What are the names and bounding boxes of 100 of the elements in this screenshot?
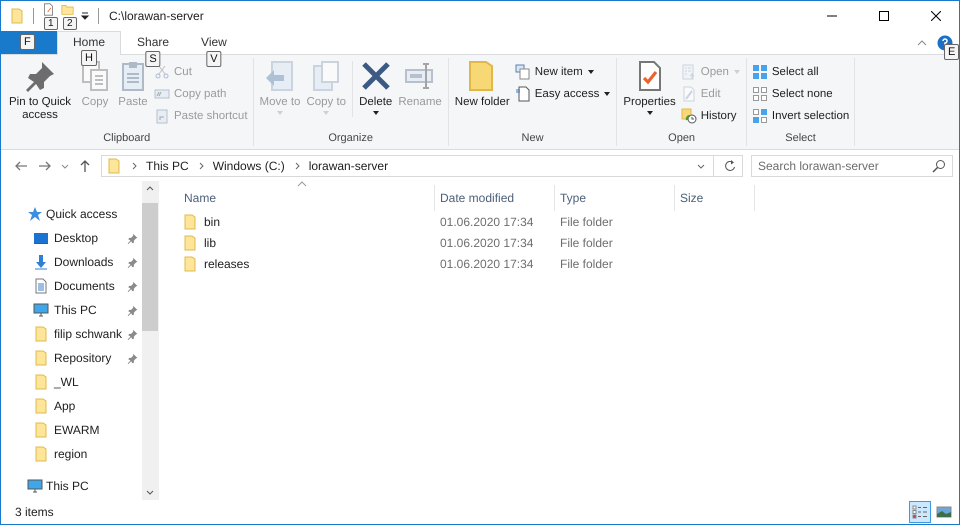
address-bar[interactable]: This PC Windows (C:) lorawan-server: [101, 154, 743, 176]
folder-icon: [182, 214, 198, 230]
folder-icon: [106, 158, 122, 174]
scroll-down-icon[interactable]: [146, 488, 154, 496]
pin-icon[interactable]: [127, 256, 138, 268]
folder-icon: [9, 8, 25, 24]
table-cell-text: File folder: [559, 214, 614, 228]
ribbon-button[interactable]: New item: [512, 62, 614, 81]
folder-icon: [33, 446, 49, 462]
dropdown-icon[interactable]: [80, 11, 90, 21]
ribbon-button[interactable]: Select all: [750, 62, 852, 81]
group-label: Select: [785, 132, 816, 146]
folder-icon: [182, 256, 198, 272]
scissors-icon: [154, 64, 170, 80]
page-icon: [514, 86, 531, 102]
open-icon: [680, 64, 697, 80]
nav-item[interactable]: This PC: [1, 474, 142, 498]
pin-icon[interactable]: [127, 352, 138, 364]
group-label: New: [522, 132, 544, 146]
keytip: 2: [63, 17, 77, 30]
ribbon-button[interactable]: Pin to Quick access: [4, 58, 76, 124]
keytip: H: [81, 50, 97, 66]
ribbon-button[interactable]: Easy access: [512, 84, 614, 103]
ribbon-button[interactable]: History: [678, 106, 743, 125]
clipboard-icon: [154, 108, 170, 124]
nav-item[interactable]: Downloads: [33, 254, 127, 270]
chevron-down-icon[interactable]: [61, 162, 69, 170]
maximize-icon[interactable]: [879, 11, 889, 21]
ribbon-button[interactable]: Properties: [620, 58, 679, 119]
nav-item[interactable]: Desktop: [33, 230, 127, 246]
nav-item[interactable]: _WL: [33, 374, 142, 390]
folder-icon: [33, 350, 49, 366]
pin-icon[interactable]: [127, 232, 138, 244]
collapse-ribbon-icon[interactable]: [917, 38, 927, 48]
keytip: S: [145, 51, 161, 67]
ribbon-button[interactable]: Delete: [356, 58, 396, 119]
nav-item[interactable]: filip schwank: [33, 326, 127, 342]
table-cell-text: 01.06.2020 17:34: [439, 214, 534, 228]
scrollbar-thumb[interactable]: [142, 203, 158, 331]
window-title: C:\lorawan-server: [109, 9, 204, 23]
breadcrumb[interactable]: This PC: [146, 158, 189, 172]
column-header[interactable]: Type: [555, 185, 675, 211]
scroll-up-icon[interactable]: [146, 185, 154, 193]
nav-item[interactable]: App: [33, 398, 142, 414]
caret-icon[interactable]: [603, 90, 612, 98]
chevron-down-icon[interactable]: [697, 162, 705, 170]
pages-icon: [79, 60, 111, 92]
table-cell-text: 01.06.2020 17:34: [439, 236, 534, 250]
search-field[interactable]: Search lorawan-server: [751, 154, 953, 176]
table-cell-text: File folder: [559, 256, 614, 270]
file-name[interactable]: bin: [179, 214, 435, 230]
arrow-page-icon: [264, 60, 296, 92]
search-icon: [931, 158, 947, 174]
column-header[interactable]: Date modified: [435, 185, 555, 211]
monitor-icon: [33, 302, 49, 318]
column-header[interactable]: Size: [675, 185, 755, 211]
ribbon-button[interactable]: Invert selection: [750, 106, 852, 125]
pin-icon[interactable]: [127, 304, 138, 316]
refresh-icon[interactable]: [722, 158, 738, 174]
nav-item[interactable]: This PC: [33, 302, 127, 318]
scrollbar-track[interactable]: [142, 181, 158, 500]
breadcrumb[interactable]: Windows (C:): [212, 158, 285, 172]
caret-icon[interactable]: [586, 68, 595, 76]
keytip: F: [20, 34, 35, 50]
folder-icon: [33, 374, 49, 390]
close-icon[interactable]: [931, 11, 941, 21]
file-name[interactable]: releases: [179, 256, 435, 272]
chevron-right-icon: [196, 162, 205, 170]
star-icon: [27, 206, 43, 222]
nav-item[interactable]: Repository: [33, 350, 127, 366]
page-icon[interactable]: [42, 3, 55, 16]
pin-icon[interactable]: [127, 328, 138, 340]
folder-icon: [33, 398, 49, 414]
ribbon-button[interactable]: New folder: [452, 58, 513, 111]
monitor-icon: [27, 478, 43, 494]
caret-icon[interactable]: [372, 109, 380, 117]
chevron-right-icon: [130, 162, 138, 170]
pin-icon[interactable]: [127, 280, 138, 292]
clock-icon: [680, 108, 697, 124]
nav-item[interactable]: EWARM: [33, 422, 142, 438]
keytip: V: [206, 51, 222, 67]
column-header[interactable]: Name: [179, 185, 435, 211]
ribbon-button[interactable]: Select none: [750, 84, 852, 103]
file-name[interactable]: lib: [179, 234, 435, 250]
folder-icon: [33, 326, 49, 342]
sort-caret-icon: [297, 181, 307, 187]
nav-item[interactable]: Documents: [33, 278, 127, 294]
caret-icon[interactable]: [646, 109, 654, 117]
details-list-icon: [912, 505, 928, 519]
document-icon: [33, 278, 49, 294]
grid-icon: [752, 64, 768, 80]
folder-icon: [33, 422, 49, 438]
item-count: 3 items: [15, 505, 54, 519]
file-tab[interactable]: F: [1, 31, 57, 54]
nav-item[interactable]: region: [33, 446, 142, 462]
table-cell-text: 01.06.2020 17:34: [439, 256, 534, 270]
details-view-button[interactable]: [909, 501, 931, 523]
keytip: 1: [44, 17, 58, 30]
breadcrumb[interactable]: lorawan-server: [308, 158, 388, 172]
nav-item[interactable]: Quick access: [1, 202, 142, 226]
